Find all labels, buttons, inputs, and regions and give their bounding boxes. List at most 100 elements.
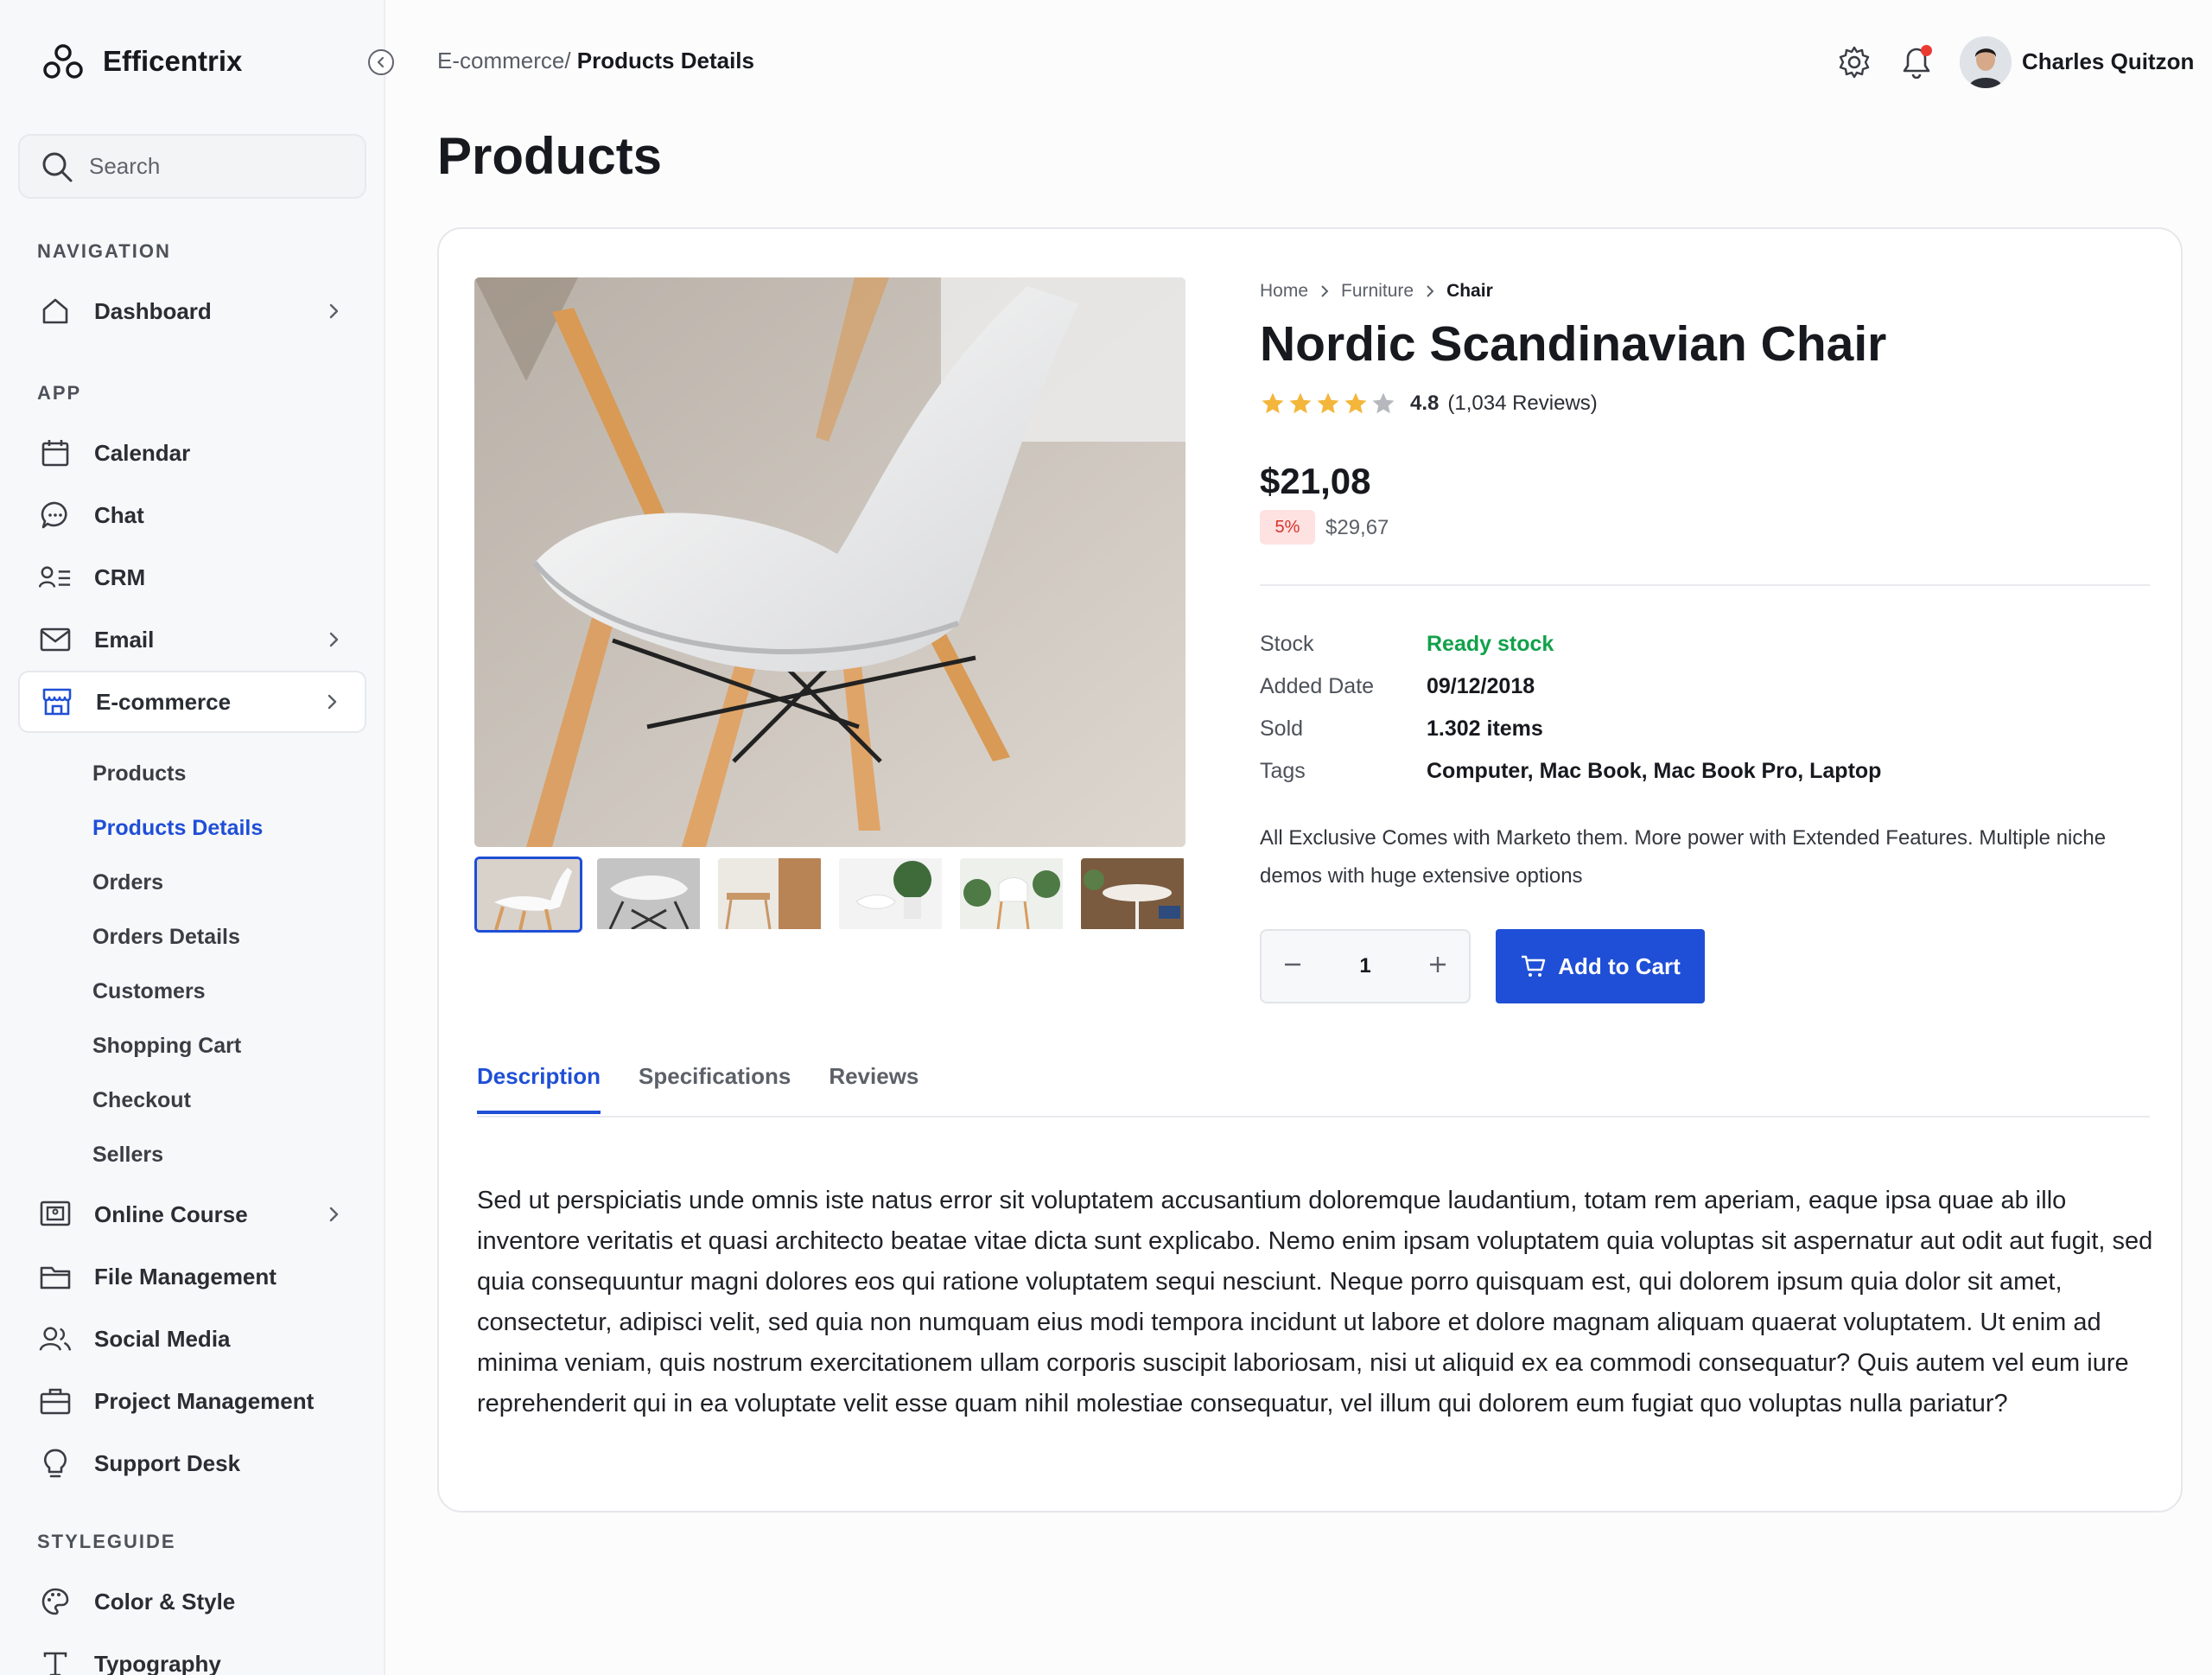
sidebar-item-calendar[interactable]: Calendar <box>18 422 366 484</box>
thumbnail[interactable] <box>837 857 945 933</box>
sidebar-item-email[interactable]: Email <box>18 608 366 671</box>
sidebar-subitem-products-details[interactable]: Products Details <box>92 816 263 841</box>
user-list-icon <box>39 561 72 594</box>
sidebar-item-color-style[interactable]: Color & Style <box>18 1570 366 1633</box>
star-filled-icon <box>1289 392 1312 414</box>
product-short-description: All Exclusive Comes with Marketo them. M… <box>1260 826 2107 888</box>
notifications-button[interactable] <box>1899 45 1934 80</box>
course-icon <box>39 1198 72 1231</box>
star-filled-icon <box>1262 392 1284 414</box>
table-thumbnail-image <box>1081 858 1184 929</box>
thumbnail[interactable] <box>1079 857 1187 933</box>
info-label-sold: Sold <box>1260 716 1304 741</box>
brand[interactable]: Efficentrix <box>42 42 242 80</box>
add-to-cart-label: Add to Cart <box>1558 952 1681 979</box>
avatar[interactable] <box>1960 36 2012 88</box>
chat-icon <box>39 499 72 532</box>
sidebar: Efficentrix NAVIGATION Dashboard APP Cal… <box>0 0 394 1675</box>
home-icon <box>39 295 72 328</box>
sidebar-subitem-checkout[interactable]: Checkout <box>92 1088 191 1113</box>
info-label-tags: Tags <box>1260 759 1306 783</box>
product-title: Nordic Scandinavian Chair <box>1260 316 1887 372</box>
sidebar-item-file-management[interactable]: File Management <box>18 1245 366 1308</box>
gear-icon <box>1839 46 1870 79</box>
decrease-quantity-button[interactable] <box>1282 954 1303 979</box>
chevron-right-icon <box>323 629 344 650</box>
mail-icon <box>39 623 72 656</box>
sidebar-item-social-media[interactable]: Social Media <box>18 1308 366 1370</box>
sidebar-item-label: Chat <box>94 501 144 528</box>
search-box[interactable] <box>18 134 366 199</box>
add-to-cart-button[interactable]: Add to Cart <box>1496 929 1705 1003</box>
sidebar-item-project-management[interactable]: Project Management <box>18 1370 366 1432</box>
section-label-styleguide: STYLEGUIDE <box>37 1531 176 1552</box>
product-tabs: Description Specifications Reviews <box>477 1063 918 1114</box>
sidebar-item-label: CRM <box>94 564 146 590</box>
breadcrumb: E-commerce/ Products Details <box>437 48 754 74</box>
sidebar-subitem-sellers[interactable]: Sellers <box>92 1143 163 1168</box>
sidebar-item-label: Support Desk <box>94 1449 241 1476</box>
quantity-value[interactable]: 1 <box>1359 954 1370 978</box>
info-value-tags: Computer, Mac Book, Mac Book Pro, Laptop <box>1427 759 1882 783</box>
thumbnail[interactable] <box>716 857 824 933</box>
sidebar-item-typography[interactable]: Typography <box>18 1633 366 1675</box>
divider <box>1260 584 2150 586</box>
crumb-furniture[interactable]: Furniture <box>1341 281 1414 302</box>
sidebar-item-label: Color & Style <box>94 1588 236 1614</box>
sidebar-subitem-shopping-cart[interactable]: Shopping Cart <box>92 1034 241 1059</box>
plant-thumbnail-image <box>839 858 942 929</box>
sidebar-subitem-customers[interactable]: Customers <box>92 979 206 1004</box>
rating-count[interactable]: (1,034 Reviews) <box>1447 392 1597 416</box>
sidebar-item-chat[interactable]: Chat <box>18 484 366 546</box>
page-title: Products <box>437 127 663 185</box>
tab-specifications[interactable]: Specifications <box>639 1063 791 1114</box>
info-label-date: Added Date <box>1260 674 1375 698</box>
sidebar-item-ecommerce[interactable]: E-commerce <box>18 671 366 733</box>
sidebar-item-dashboard[interactable]: Dashboard <box>18 280 366 342</box>
chevron-right-icon <box>323 1204 344 1225</box>
breadcrumb-parent[interactable]: E-commerce/ <box>437 48 571 73</box>
brand-logo-icon <box>42 42 84 80</box>
sidebar-item-crm[interactable]: CRM <box>18 546 366 608</box>
sidebar-item-label: Online Course <box>94 1201 248 1227</box>
chevron-left-icon <box>377 56 385 68</box>
thumbnail[interactable] <box>595 857 703 933</box>
sidebar-item-label: Calendar <box>94 439 191 466</box>
user-name[interactable]: Charles Quitzon <box>2022 48 2194 75</box>
star-empty-icon <box>1372 392 1395 414</box>
sidebar-item-support-desk[interactable]: Support Desk <box>18 1432 366 1494</box>
sidebar-subitem-orders[interactable]: Orders <box>92 870 163 895</box>
sidebar-item-online-course[interactable]: Online Course <box>18 1183 366 1245</box>
store-icon <box>41 685 73 718</box>
sidebar-item-label: Dashboard <box>94 297 212 324</box>
plant-chair-thumbnail-image <box>960 858 1063 930</box>
search-icon <box>42 152 73 182</box>
crumb-home[interactable]: Home <box>1260 281 1308 302</box>
sidebar-subitem-products[interactable]: Products <box>92 761 186 787</box>
chair-thumbnail-image <box>477 859 580 930</box>
cart-icon <box>1522 955 1546 977</box>
tab-description[interactable]: Description <box>477 1063 601 1114</box>
thumbnail-strip <box>474 857 1187 933</box>
chevron-right-icon <box>1321 285 1329 297</box>
thumbnail[interactable] <box>958 857 1066 933</box>
search-input[interactable] <box>89 153 348 180</box>
collapse-sidebar-button[interactable] <box>368 49 394 75</box>
sidebar-item-label: Project Management <box>94 1387 315 1414</box>
increase-quantity-button[interactable] <box>1427 954 1448 979</box>
calendar-icon <box>39 436 72 469</box>
chevron-right-icon <box>1427 285 1434 297</box>
section-label-app: APP <box>37 382 82 404</box>
breadcrumb-current: Products Details <box>570 48 754 73</box>
sidebar-subitem-orders-details[interactable]: Orders Details <box>92 925 240 950</box>
rating-stars <box>1260 391 1396 417</box>
thumbnail[interactable] <box>474 857 582 933</box>
notification-badge <box>1921 45 1932 56</box>
chair-image <box>474 277 1185 847</box>
brand-name: Efficentrix <box>103 45 243 77</box>
tab-reviews[interactable]: Reviews <box>829 1063 918 1114</box>
users-icon <box>39 1322 72 1355</box>
product-breadcrumb: Home Furniture Chair <box>1260 281 1493 302</box>
settings-button[interactable] <box>1837 45 1872 80</box>
chevron-right-icon <box>321 691 342 712</box>
